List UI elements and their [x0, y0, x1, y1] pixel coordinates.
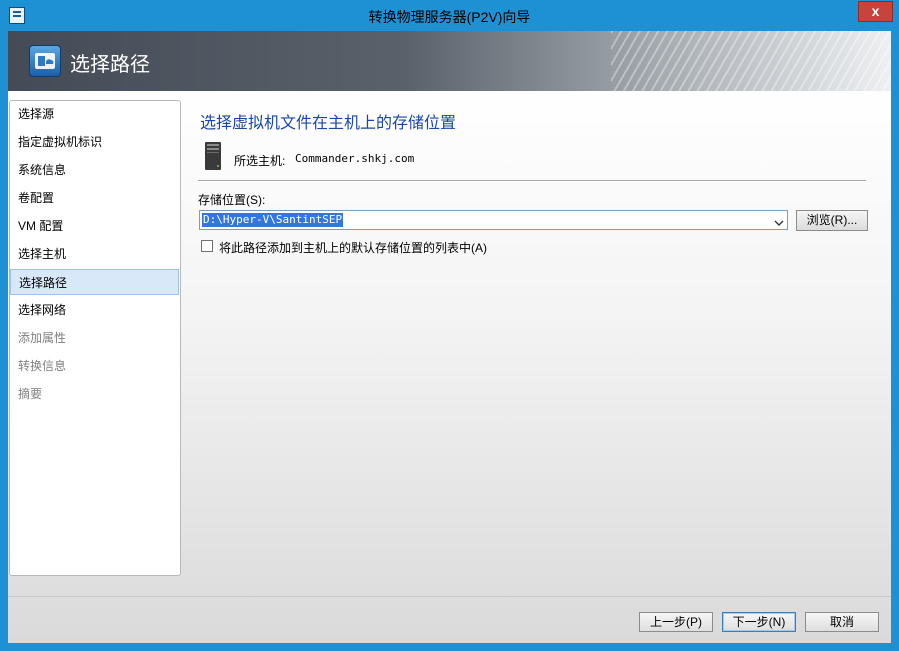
- banner-decoration: [611, 31, 891, 91]
- title-bar[interactable]: 转换物理服务器(P2V)向导 x: [0, 0, 899, 31]
- sidebar-item-select-host[interactable]: 选择主机: [10, 241, 179, 267]
- wizard-window: 转换物理服务器(P2V)向导 x 选择路径 选择源 指定虚拟机标识 系统信息 卷…: [0, 0, 899, 651]
- cancel-button[interactable]: 取消: [805, 612, 879, 632]
- divider: [198, 180, 866, 182]
- storage-location-value[interactable]: D:\Hyper-V\SantintSEP: [202, 213, 344, 227]
- server-icon: [204, 141, 222, 171]
- sidebar-item-add-properties: 添加属性: [18, 331, 67, 345]
- browse-button[interactable]: 浏览(R)...: [796, 210, 868, 231]
- sidebar-item-select-source[interactable]: 选择源: [10, 101, 179, 127]
- storage-location-label: 存储位置(S):: [198, 193, 266, 207]
- storage-location-combobox[interactable]: D:\Hyper-V\SantintSEP: [199, 210, 788, 230]
- sidebar-item-summary: 摘要: [18, 387, 43, 401]
- sidebar-item-vm-identity[interactable]: 指定虚拟机标识: [10, 129, 179, 155]
- add-default-path-checkbox[interactable]: [201, 240, 213, 252]
- add-default-path-label[interactable]: 将此路径添加到主机上的默认存储位置的列表中(A): [219, 239, 487, 256]
- window-title: 转换物理服务器(P2V)向导: [368, 9, 531, 25]
- footer-divider: [8, 596, 891, 597]
- sidebar-item-conversion-info: 转换信息: [18, 359, 67, 373]
- chevron-down-icon[interactable]: [774, 216, 784, 226]
- close-button[interactable]: x: [858, 1, 893, 22]
- page-title: 选择路径: [70, 54, 150, 76]
- wizard-content: 选择源 指定虚拟机标识 系统信息 卷配置 VM 配置 选择主机 选择路径 选择网…: [8, 91, 891, 643]
- selected-host-label: 所选主机:: [234, 154, 286, 168]
- wizard-cloud-icon: [29, 45, 61, 77]
- previous-button[interactable]: 上一步(P): [639, 612, 713, 632]
- sidebar-item-select-path[interactable]: 选择路径: [10, 269, 179, 295]
- wizard-steps-sidebar: 选择源 指定虚拟机标识 系统信息 卷配置 VM 配置 选择主机 选择路径 选择网…: [9, 100, 181, 576]
- sidebar-item-system-info[interactable]: 系统信息: [10, 157, 179, 183]
- sidebar-item-select-network[interactable]: 选择网络: [10, 297, 179, 323]
- sidebar-item-vm-config[interactable]: VM 配置: [10, 213, 179, 239]
- section-title: 选择虚拟机文件在主机上的存储位置: [200, 115, 457, 132]
- sidebar-item-volume-config[interactable]: 卷配置: [10, 185, 179, 211]
- header-banner: 选择路径: [8, 31, 891, 91]
- next-button[interactable]: 下一步(N): [722, 612, 796, 632]
- selected-host-value: Commander.shkj.com: [295, 152, 415, 165]
